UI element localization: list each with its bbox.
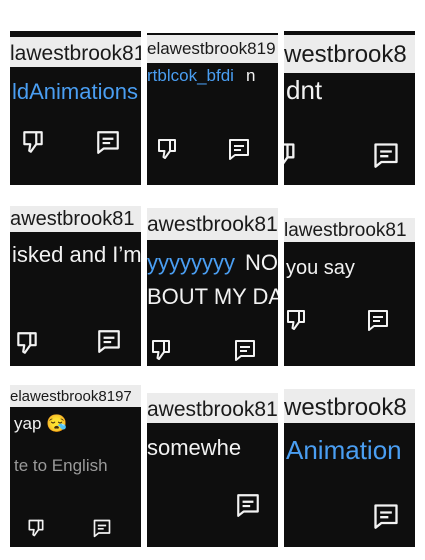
thumbs-down-icon[interactable] [26, 518, 46, 538]
comment-icon[interactable] [92, 518, 112, 538]
mention-link[interactable]: yyyyyyyy [147, 250, 235, 275]
comment-username[interactable]: westbrook8 [284, 35, 415, 73]
comment-tile-8: awestbrook81 somewhe [147, 373, 278, 547]
comment-icon[interactable] [372, 501, 400, 531]
comment-message[interactable]: Animation [286, 437, 402, 463]
comment-icon[interactable] [235, 491, 261, 519]
comment-tile-7: elawestbrook8197 yap 😪 te to English [10, 373, 141, 547]
comment-tile-1: lawestbrook81 ldAnimations [10, 11, 141, 185]
comment-icon[interactable] [233, 338, 257, 362]
comment-message[interactable]: dnt [286, 77, 322, 103]
comment-icon[interactable] [95, 129, 121, 155]
comment-message[interactable]: ldAnimations [12, 81, 138, 103]
translate-link[interactable]: te to English [14, 457, 108, 474]
comment-icon[interactable] [372, 141, 400, 169]
comment-tile-4: awestbrook81 isked and I’m [10, 192, 141, 366]
thumbs-down-icon[interactable] [149, 338, 173, 362]
comment-username[interactable]: lawestbrook81 [284, 218, 415, 242]
comment-tile-3: westbrook8 dnt [284, 11, 415, 185]
thumbs-down-icon[interactable] [284, 141, 298, 169]
comment-message[interactable]: yap 😪 [14, 415, 67, 432]
thumbs-down-icon[interactable] [20, 129, 46, 155]
comment-message[interactable]: somewhe [147, 437, 241, 459]
comment-tile-9: westbrook8 Animation [284, 373, 415, 547]
comment-username[interactable]: westbrook8 [284, 389, 415, 423]
thumbs-down-icon[interactable] [155, 137, 179, 161]
mention-link[interactable]: rtblcok_bfdi [147, 66, 234, 85]
comment-username[interactable]: awestbrook81 [10, 206, 141, 232]
comment-username[interactable]: lawestbrook81 [10, 37, 141, 67]
comment-tile-5: awestbrook81 yyyyyyyy NO BOUT MY DA [147, 192, 278, 366]
comment-tile-6: lawestbrook81 you say [284, 192, 415, 366]
comment-username[interactable]: awestbrook81 [147, 393, 278, 423]
comment-icon[interactable] [366, 308, 390, 332]
comment-message-line-2[interactable]: BOUT MY DA [147, 286, 278, 308]
comment-message[interactable]: yyyyyyyy NO [147, 252, 278, 274]
comment-message[interactable]: you say [286, 258, 355, 278]
comment-icon[interactable] [96, 328, 122, 354]
comment-message[interactable]: isked and I’m [12, 244, 141, 266]
comment-message[interactable]: rtblcok_bfdi n [147, 67, 255, 84]
comment-tile-2: elawestbrook819 rtblcok_bfdi n [147, 11, 278, 185]
comment-username[interactable]: awestbrook81 [147, 208, 278, 240]
comment-icon[interactable] [227, 137, 251, 161]
thumbs-down-icon[interactable] [284, 308, 308, 332]
comment-username[interactable]: elawestbrook819 [147, 35, 278, 63]
thumbs-down-icon[interactable] [14, 330, 40, 356]
comment-username[interactable]: elawestbrook8197 [10, 385, 141, 407]
